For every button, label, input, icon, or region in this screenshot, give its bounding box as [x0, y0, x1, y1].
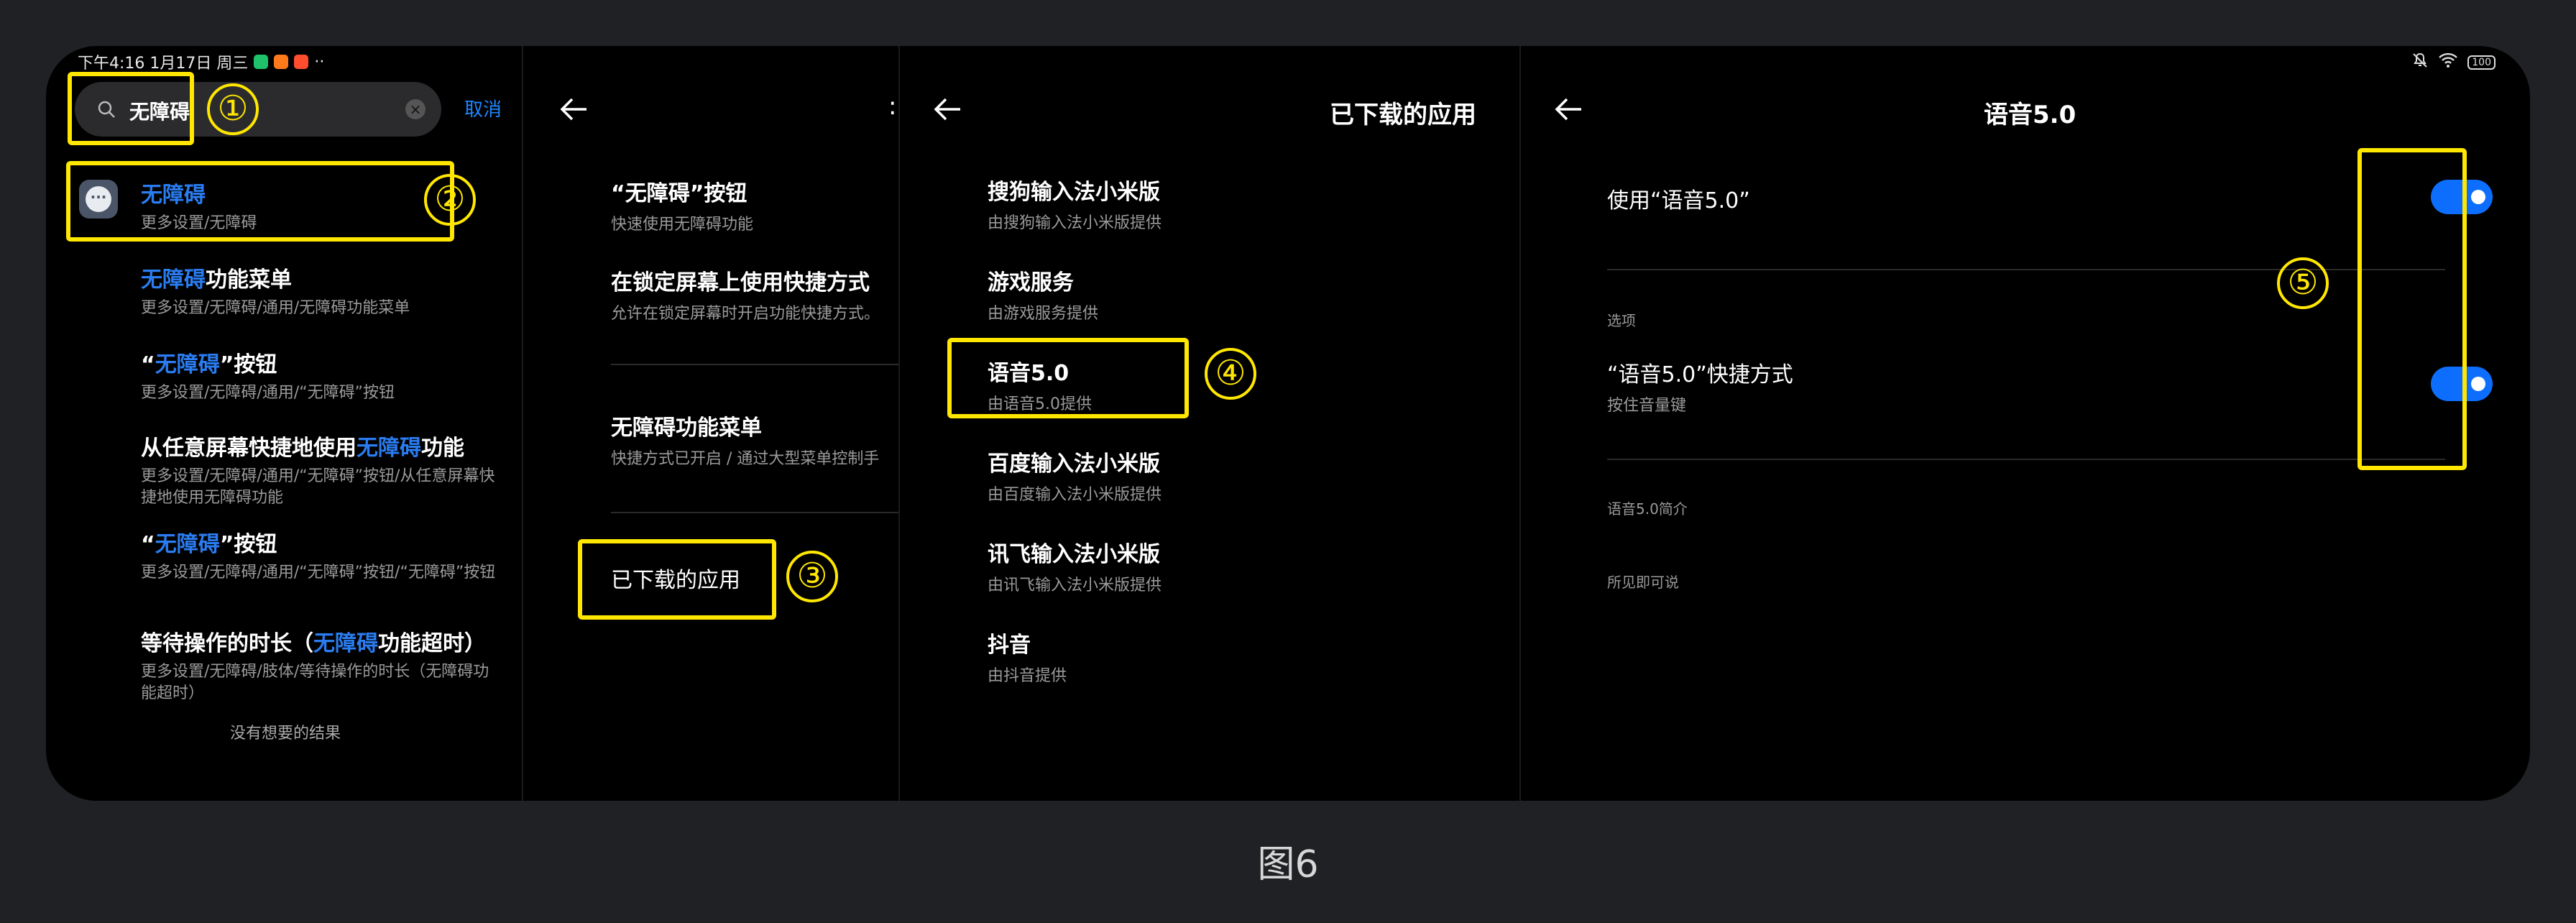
- search-result[interactable]: “无障碍”按钮 更多设置/无障碍/通用/“无障碍”按钮/“无障碍”按钮: [141, 526, 500, 584]
- app-item-game-service[interactable]: 游戏服务 由游戏服务提供: [988, 265, 1098, 323]
- figure-caption: 图6: [1257, 843, 1319, 886]
- downloaded-apps-pane: 已下载的应用 搜狗输入法小米版 由搜狗输入法小米版提供 游戏服务 由游戏服务提供…: [900, 46, 1519, 801]
- result-path: 更多设置/无障碍/通用/“无障碍”按钮: [141, 384, 395, 402]
- step-marker-4: ④: [1205, 348, 1256, 400]
- search-result[interactable]: 从任意屏幕快捷地使用无障碍功能 更多设置/无障碍/通用/“无障碍”按钮/从任意屏…: [141, 430, 500, 509]
- result-path: 更多设置/无障碍/通用/“无障碍”按钮/“无障碍”按钮: [141, 564, 496, 582]
- accessibility-button-item[interactable]: “无障碍”按钮 快速使用无障碍功能: [611, 175, 753, 234]
- highlight-box-search: [68, 72, 194, 145]
- result-path: 更多设置/无障碍/通用/无障碍功能菜单: [141, 299, 410, 317]
- clear-icon[interactable]: ×: [405, 99, 426, 119]
- divider-line: [1607, 459, 2445, 460]
- divider-line: [611, 364, 898, 365]
- use-voice-setting: 使用“语音5.0”: [1607, 188, 1750, 213]
- result-path: 更多设置/无障碍/肢体/等待操作的时长（无障碍功能超时）: [141, 663, 489, 702]
- step-marker-5: ⑤: [2277, 257, 2329, 309]
- page-title: 语音5.0: [1984, 101, 2076, 129]
- search-result[interactable]: 等待操作的时长（无障碍功能超时） 更多设置/无障碍/肢体/等待操作的时长（无障碍…: [141, 625, 500, 704]
- accessibility-menu-item[interactable]: 无障碍功能菜单 快捷方式已开启 / 通过大型菜单控制手: [611, 410, 879, 469]
- search-pane: 无障碍 × 取消 ··· 无障碍 更多设置/无障碍 无障碍功能菜单 更多设置/无…: [46, 46, 522, 801]
- highlight-box-result: [66, 161, 454, 242]
- voice-shortcut-setting: “语音5.0”快捷方式 按住音量键: [1607, 362, 1793, 415]
- no-more-results: 没有想要的结果: [230, 725, 341, 743]
- voice-intro-label: 语音5.0简介: [1607, 500, 1688, 518]
- app-item-sogou[interactable]: 搜狗输入法小米版 由搜狗输入法小米版提供: [988, 174, 1162, 233]
- app-item-baidu[interactable]: 百度输入法小米版 由百度输入法小米版提供: [988, 446, 1162, 505]
- highlight-box-toggles: [2358, 148, 2467, 470]
- result-path: 更多设置/无障碍/通用/“无障碍”按钮/从任意屏幕快捷地使用无障碍功能: [141, 467, 495, 507]
- back-arrow-icon[interactable]: [932, 93, 963, 125]
- step-marker-3: ③: [786, 551, 838, 602]
- divider-line: [611, 512, 898, 513]
- back-arrow-icon[interactable]: [558, 93, 589, 125]
- voice-intro-text: 所见即可说: [1607, 574, 1679, 591]
- app-item-xunfei[interactable]: 讯飞输入法小米版 由讯飞输入法小米版提供: [988, 536, 1162, 595]
- options-label: 选项: [1607, 312, 1636, 329]
- page-title: 已下载的应用: [1330, 101, 1476, 129]
- more-menu-icon[interactable]: :: [888, 92, 896, 121]
- accessibility-pane: : “无障碍”按钮 快速使用无障碍功能 在锁定屏幕上使用快捷方式 允许在锁定屏幕…: [523, 46, 898, 801]
- highlight-box-downloaded: [578, 539, 776, 620]
- app-item-douyin[interactable]: 抖音 由抖音提供: [988, 627, 1067, 686]
- step-marker-2: ②: [424, 174, 476, 226]
- cancel-button[interactable]: 取消: [464, 95, 502, 121]
- step-marker-1: ①: [207, 83, 259, 135]
- search-result[interactable]: 无障碍功能菜单 更多设置/无障碍/通用/无障碍功能菜单: [141, 262, 410, 319]
- lock-screen-shortcut-item[interactable]: 在锁定屏幕上使用快捷方式 允许在锁定屏幕时开启功能快捷方式。: [611, 265, 880, 323]
- highlight-box-voice: [947, 338, 1189, 418]
- back-arrow-icon[interactable]: [1552, 93, 1584, 125]
- search-result[interactable]: “无障碍”按钮 更多设置/无障碍/通用/“无障碍”按钮: [141, 346, 395, 404]
- device-screen: 下午4:16 1月17日 周三 ·· 100 无障碍 × 取消 ··· 无障碍 …: [46, 46, 2530, 801]
